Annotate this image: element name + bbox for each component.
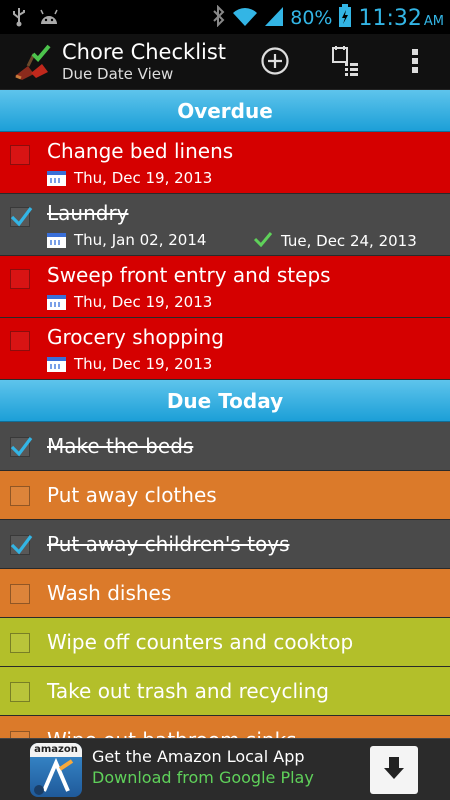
clock: 11:32 AM	[358, 6, 444, 31]
section-header: Due Today	[0, 380, 450, 422]
chore-checkbox[interactable]	[10, 145, 30, 165]
chore-label: Wipe off counters and cooktop	[47, 630, 354, 654]
chore-row[interactable]: Put away clothes	[0, 471, 450, 520]
bluetooth-icon	[212, 4, 226, 31]
chore-checkbox[interactable]	[10, 584, 30, 604]
chore-checkbox[interactable]	[10, 535, 33, 555]
due-date: Thu, Dec 19, 2013	[47, 293, 212, 311]
calendar-icon	[47, 170, 66, 186]
android-icon	[38, 8, 60, 30]
status-bar: 80% 11:32 AM	[0, 0, 450, 34]
clock-time: 11:32	[358, 5, 422, 31]
download-button[interactable]	[370, 746, 418, 794]
ad-banner[interactable]: amazon Get the Amazon Local App Download…	[0, 738, 450, 800]
battery-charging-icon	[338, 4, 352, 32]
battery-percent: 80%	[290, 7, 333, 29]
due-date: Thu, Jan 02, 2014	[47, 231, 206, 249]
signal-icon	[264, 5, 284, 31]
app-title: Chore Checklist	[62, 40, 227, 64]
due-date-text: Thu, Jan 02, 2014	[74, 231, 207, 249]
chore-label: Wipe out bathroom sinks	[47, 728, 297, 738]
chore-checkbox[interactable]	[10, 731, 30, 738]
chore-label: Laundry	[47, 201, 129, 225]
clock-ampm: AM	[423, 13, 444, 29]
chore-row[interactable]: Sweep front entry and steps Thu, Dec 19, …	[0, 256, 450, 318]
add-chore-button[interactable]	[255, 44, 295, 82]
completed-date: Tue, Dec 24, 2013	[253, 231, 417, 251]
amazon-local-logo: amazon	[30, 743, 82, 797]
chore-checkbox[interactable]	[10, 269, 30, 289]
ad-subtitle: Download from Google Play	[92, 768, 314, 787]
chore-row[interactable]: Wipe out bathroom sinks	[0, 716, 450, 738]
chore-label: Grocery shopping	[47, 325, 224, 349]
chore-checkbox[interactable]	[10, 682, 30, 702]
due-date-text: Thu, Dec 19, 2013	[74, 355, 213, 373]
system-icons: 80% 11:32 AM	[212, 4, 444, 32]
chore-checkbox[interactable]	[10, 331, 30, 351]
due-date: Thu, Dec 19, 2013	[47, 169, 212, 187]
chore-list[interactable]: Overdue Change bed linens Thu, Dec 19, 201…	[0, 90, 450, 738]
chore-row[interactable]: Take out trash and recycling	[0, 667, 450, 716]
ad-title: Get the Amazon Local App	[92, 747, 305, 766]
action-bar: Chore Checklist Due Date View	[0, 34, 450, 90]
chore-label: Sweep front entry and steps	[47, 263, 331, 287]
chore-row[interactable]: Wipe off counters and cooktop	[0, 618, 450, 667]
chore-label: Take out trash and recycling	[47, 679, 329, 703]
title-block: Chore Checklist Due Date View	[62, 40, 242, 83]
calendar-icon	[47, 356, 66, 372]
chore-row[interactable]: Put away children's toys	[0, 520, 450, 569]
due-date-text: Thu, Dec 19, 2013	[74, 293, 213, 311]
due-date-text: Thu, Dec 19, 2013	[74, 169, 213, 187]
add-circle-icon	[260, 46, 290, 80]
overflow-menu-button[interactable]	[395, 44, 435, 82]
calendar-icon	[47, 232, 66, 248]
notification-icons	[12, 7, 60, 31]
app-logo-icon[interactable]	[12, 42, 52, 82]
completed-check-icon	[253, 231, 281, 251]
chore-label: Put away children's toys	[47, 532, 290, 556]
calendar-list-icon	[330, 45, 360, 81]
overflow-dots-icon	[410, 46, 420, 80]
chore-label: Wash dishes	[47, 581, 172, 605]
chore-checkbox[interactable]	[10, 486, 30, 506]
wifi-icon	[232, 5, 258, 31]
section-header: Overdue	[0, 90, 450, 132]
chore-label: Make the beds	[47, 434, 194, 458]
view-switch-button[interactable]	[325, 44, 365, 82]
chore-checkbox[interactable]	[10, 633, 30, 653]
chore-checkbox[interactable]	[10, 207, 33, 227]
app-screen: 80% 11:32 AM Chore Checklist Due Date Vie…	[0, 0, 450, 800]
calendar-icon	[47, 294, 66, 310]
chore-row[interactable]: Wash dishes	[0, 569, 450, 618]
chore-label: Put away clothes	[47, 483, 217, 507]
due-date: Thu, Dec 19, 2013	[47, 355, 212, 373]
chore-row[interactable]: Make the beds	[0, 422, 450, 471]
chore-checkbox[interactable]	[10, 437, 33, 457]
chore-label: Change bed linens	[47, 139, 234, 163]
usb-icon	[12, 7, 26, 31]
chore-row[interactable]: Grocery shopping Thu, Dec 19, 2013	[0, 318, 450, 380]
chore-row[interactable]: Change bed linens Thu, Dec 19, 2013	[0, 132, 450, 194]
chore-row[interactable]: Laundry Thu, Jan 02, 2014 Tue, Dec 24, 201…	[0, 194, 450, 256]
view-subtitle: Due Date View	[62, 65, 174, 83]
completed-date-text: Tue, Dec 24, 2013	[281, 232, 417, 250]
download-arrow-icon	[381, 755, 407, 785]
